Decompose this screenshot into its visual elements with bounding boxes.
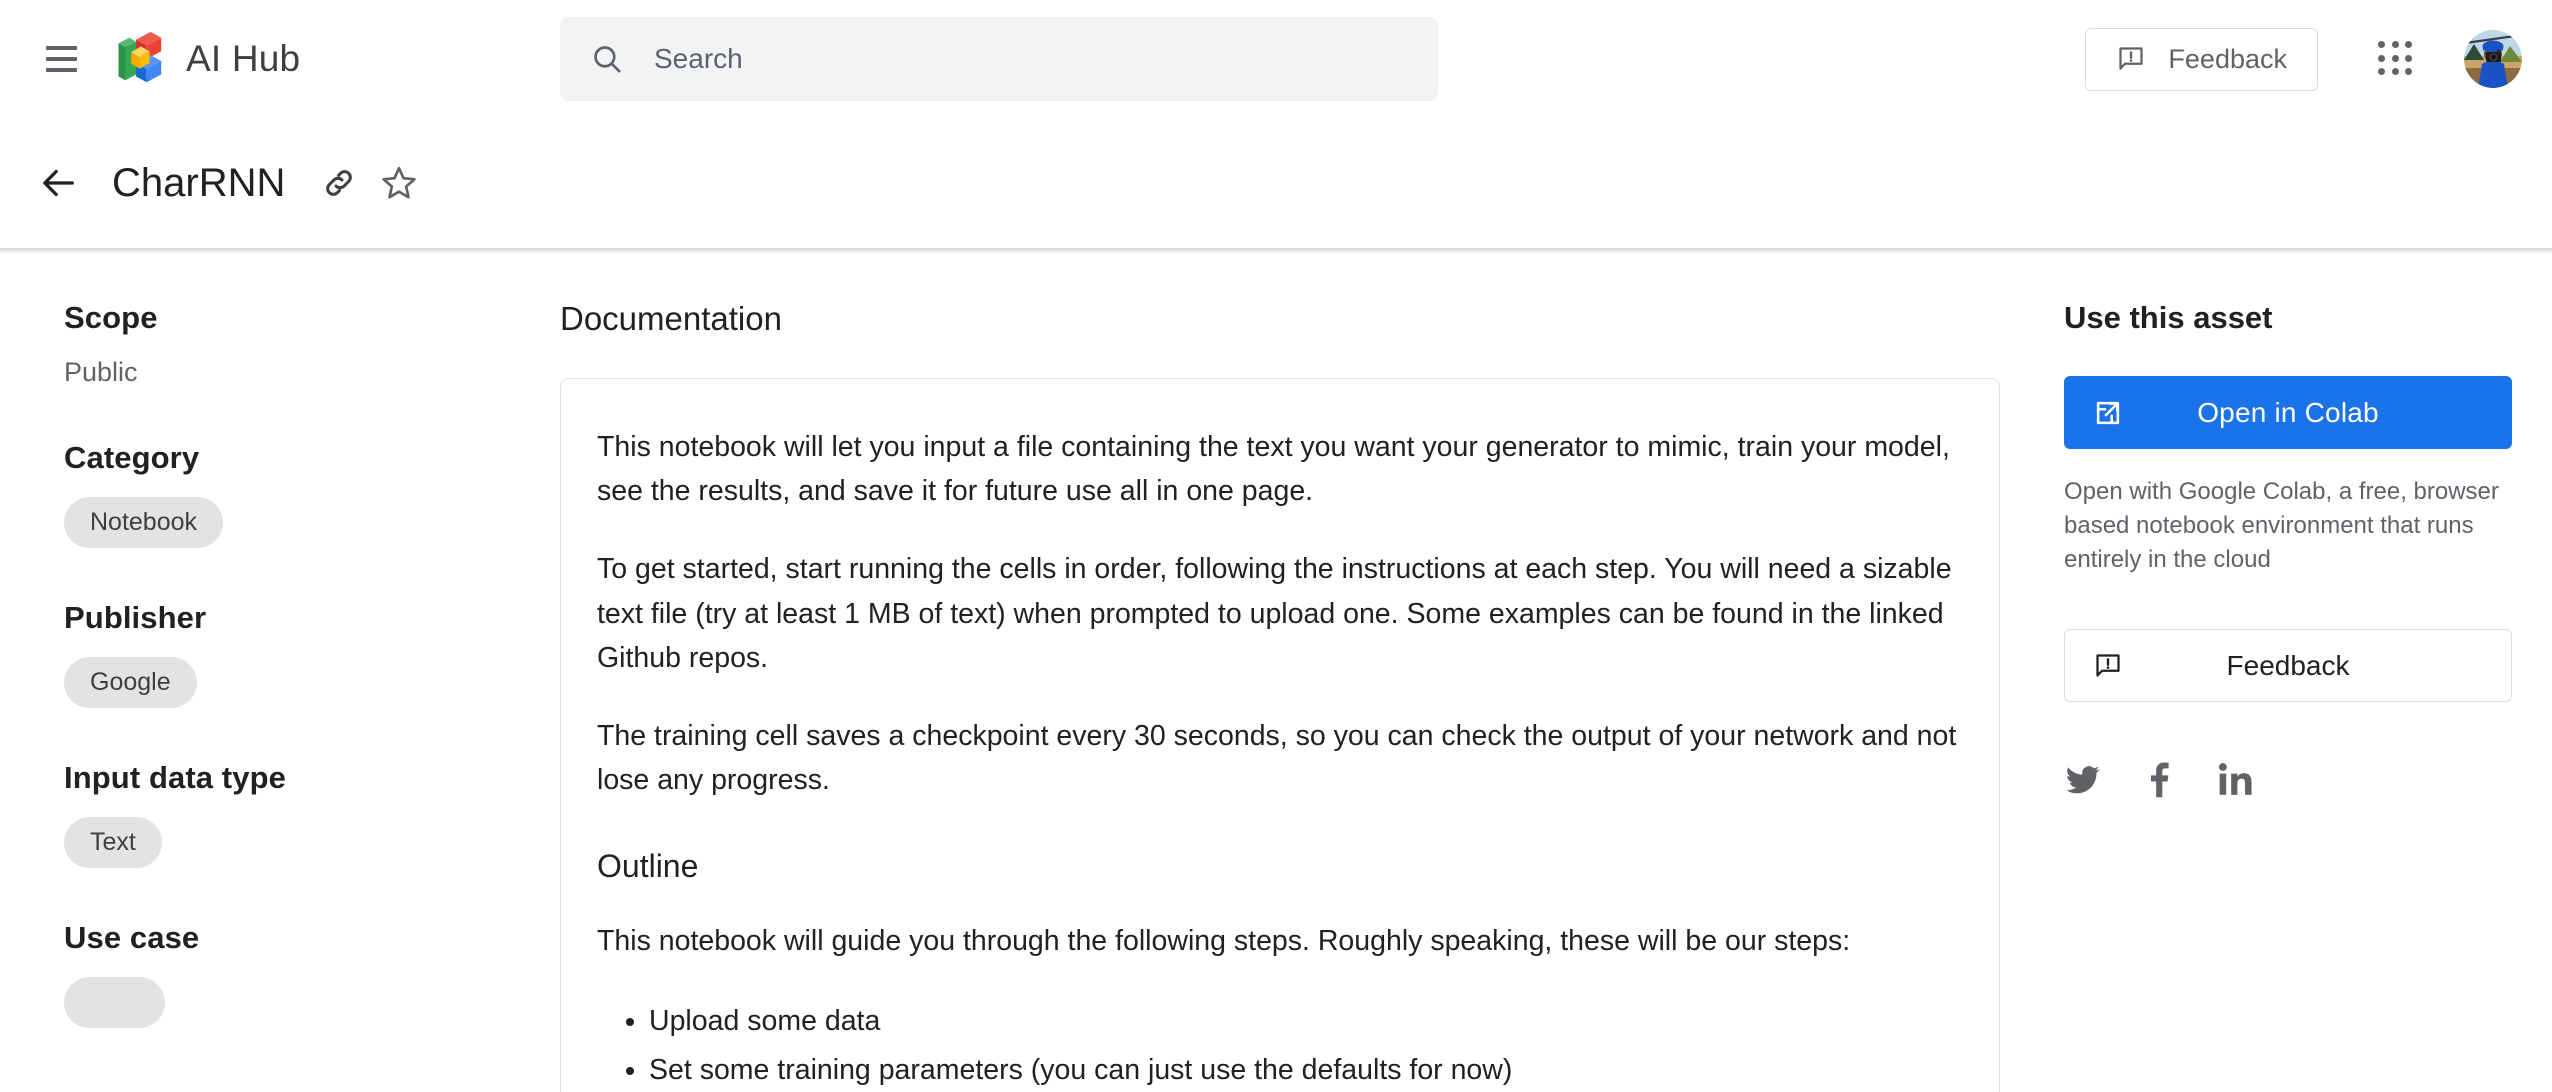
copy-link-button[interactable]: [313, 157, 365, 209]
doc-paragraph: The training cell saves a checkpoint eve…: [597, 719, 1957, 797]
apps-dot: [2391, 41, 2399, 48]
app-header: AI Hub Feedback: [0, 0, 2552, 118]
hamburger-menu-icon[interactable]: [38, 36, 84, 82]
facet-category: Category Notebook: [64, 440, 530, 548]
use-this-asset-panel: Use this asset Open in Colab Open with G…: [2064, 300, 2552, 1092]
metadata-sidebar: Scope Public Category Notebook Publisher…: [0, 300, 560, 1092]
avatar-photo: [2464, 30, 2522, 88]
facet-publisher: Publisher Google: [64, 600, 530, 708]
chip-category[interactable]: Notebook: [64, 497, 224, 548]
apps-dot: [2405, 68, 2413, 76]
facebook-icon[interactable]: [2144, 760, 2174, 798]
apps-dot: [2378, 41, 2385, 48]
outline-intro: This notebook will guide you through the…: [597, 925, 1851, 958]
doc-paragraph: To get started, start running the cells …: [597, 553, 1952, 674]
back-arrow-icon[interactable]: [38, 162, 80, 204]
page-body: Scope Public Category Notebook Publisher…: [0, 248, 2552, 1092]
google-apps-icon[interactable]: [2358, 21, 2434, 97]
star-outline-icon: [382, 166, 417, 199]
facet-title: Use case: [64, 920, 200, 955]
apps-dot: [2405, 41, 2413, 48]
facet-scope: Scope Public: [64, 300, 530, 388]
open-in-colab-label: Open in Colab: [2197, 396, 2379, 428]
facet-title: Scope: [64, 300, 158, 335]
list-item: Set some training parameters (you can ju…: [649, 1046, 1963, 1092]
hamburger-bar: [45, 68, 77, 72]
feedback-icon: [2119, 47, 2144, 70]
brand-name-label: AI Hub: [186, 38, 301, 79]
apps-dot: [2391, 54, 2399, 62]
feedback-icon: [2096, 654, 2120, 677]
brand-home-link[interactable]: AI Hub: [106, 28, 300, 90]
facet-title: Publisher: [64, 600, 207, 635]
documentation-heading: Documentation: [560, 300, 782, 337]
documentation-card: This notebook will let you input a file …: [560, 378, 2000, 1092]
colab-description: Open with Google Colab, a free, browser …: [2064, 478, 2499, 574]
page-title: CharRNN: [112, 160, 286, 205]
hamburger-bar: [45, 57, 77, 61]
open-in-colab-button[interactable]: Open in Colab: [2064, 376, 2512, 449]
header-actions: Feedback: [2085, 0, 2522, 118]
linkedin-icon[interactable]: [2216, 760, 2254, 798]
facet-input-data-type: Input data type Text: [64, 760, 530, 868]
apps-dot: [2378, 54, 2385, 62]
apps-dot: [2391, 68, 2399, 76]
outline-list: Upload some data Set some training param…: [597, 997, 1963, 1092]
search-input[interactable]: [654, 43, 1408, 75]
header-feedback-label: Feedback: [2168, 43, 2287, 74]
link-icon: [326, 170, 353, 196]
facet-use-case: Use case: [64, 920, 530, 1028]
facet-title: Category: [64, 440, 200, 475]
twitter-icon[interactable]: [2064, 760, 2102, 798]
favorite-star-button[interactable]: [373, 157, 425, 209]
facet-title: Input data type: [64, 760, 286, 795]
facet-value: Public: [64, 357, 138, 387]
panel-heading: Use this asset: [2064, 300, 2273, 335]
chip-use-case[interactable]: [64, 977, 165, 1028]
search-icon: [594, 46, 621, 73]
apps-dot: [2378, 68, 2385, 76]
hamburger-bar: [45, 46, 77, 50]
outline-heading: Outline: [597, 848, 699, 885]
asset-subheader: CharRNN: [0, 118, 2552, 254]
chip-input-data-type[interactable]: Text: [64, 817, 162, 868]
list-item: Upload some data: [649, 997, 1963, 1046]
chip-publisher[interactable]: Google: [64, 657, 197, 708]
doc-paragraph: This notebook will let you input a file …: [597, 431, 1950, 508]
apps-dot: [2405, 54, 2413, 62]
documentation-column: Documentation This notebook will let you…: [560, 300, 2064, 1092]
social-share-row: [2064, 760, 2512, 798]
search-bar[interactable]: [560, 17, 1438, 101]
panel-feedback-button[interactable]: Feedback: [2064, 629, 2512, 703]
avatar[interactable]: [2464, 30, 2522, 88]
external-link-icon: [2096, 401, 2120, 424]
header-feedback-button[interactable]: Feedback: [2085, 27, 2318, 91]
ai-hub-logo-icon: [118, 31, 162, 83]
panel-feedback-label: Feedback: [2226, 649, 2350, 681]
